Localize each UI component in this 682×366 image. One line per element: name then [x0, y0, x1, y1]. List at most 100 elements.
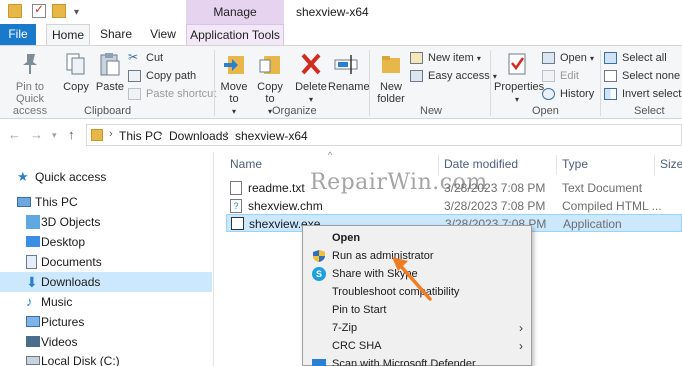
invert-selection-button[interactable]: Invert selection — [604, 86, 682, 102]
copy-button[interactable]: Copy — [60, 51, 92, 93]
up-arrow-icon[interactable]: ↑ — [68, 127, 75, 142]
column-divider[interactable] — [654, 155, 655, 175]
paste-button[interactable]: Paste — [95, 51, 125, 93]
rename-label: Rename — [328, 81, 370, 93]
nav-item-label: This PC — [35, 195, 78, 209]
menu-item-label: Scan with Microsoft Defender — [332, 358, 476, 366]
nav-item-label: Quick access — [35, 170, 107, 184]
nav-item-quick-access[interactable]: ★ Quick access — [0, 167, 212, 187]
context-menu-scan-with-defender[interactable]: Scan with Microsoft Defender — [303, 355, 531, 366]
invert-selection-icon — [604, 88, 617, 100]
desktop-icon — [26, 236, 40, 247]
context-menu-open[interactable]: Open — [303, 229, 531, 247]
file-type: Application — [563, 217, 622, 231]
breadcrumb-chevron-icon[interactable]: › — [159, 128, 163, 140]
nav-item-local-disk[interactable]: Local Disk (C:) — [0, 351, 212, 366]
skype-icon: S — [312, 267, 326, 281]
tab-home[interactable]: Home — [46, 24, 90, 46]
address-box[interactable]: › This PC › Downloads › shexview-x64 — [86, 124, 682, 146]
nav-item-desktop[interactable]: Desktop — [0, 232, 212, 252]
column-header-size[interactable]: Size — [660, 157, 682, 171]
nav-item-label: Desktop — [41, 235, 86, 249]
download-arrow-icon: ⬇ — [26, 274, 38, 290]
paste-label: Paste — [95, 81, 125, 93]
properties-icon — [508, 53, 526, 75]
file-name: shexview.chm — [248, 199, 323, 213]
nav-item-music[interactable]: ♪ Music — [0, 292, 212, 312]
paste-shortcut-button[interactable]: Paste shortcut — [128, 86, 216, 102]
history-button[interactable]: History — [542, 86, 594, 102]
breadcrumb-current-folder[interactable]: shexview-x64 — [235, 129, 308, 143]
context-menu-crc-sha[interactable]: CRC SHA › — [303, 337, 531, 355]
videos-icon — [26, 336, 40, 347]
back-arrow-icon[interactable]: ← — [8, 127, 21, 142]
application-icon — [231, 217, 244, 230]
tab-share[interactable]: Share — [96, 24, 136, 46]
nav-item-documents[interactable]: Documents — [0, 252, 212, 272]
watermark: RepairWin.com — [310, 170, 488, 195]
paste-icon — [100, 53, 120, 76]
open-button[interactable]: Open ▾ — [542, 50, 594, 66]
customize-toolbar-chevron-icon[interactable]: ▾ — [74, 7, 79, 18]
breadcrumb-chevron-icon[interactable]: › — [109, 128, 113, 140]
column-header-type[interactable]: Type — [562, 157, 588, 171]
group-divider — [490, 50, 491, 116]
pin-to-quick-access-button[interactable]: Pin to Quick access — [2, 51, 58, 117]
breadcrumb-this-pc[interactable]: This PC — [119, 129, 162, 143]
copy-path-button[interactable]: Copy path — [128, 68, 196, 84]
move-to-label: Move to — [220, 81, 248, 105]
nav-item-pictures[interactable]: Pictures — [0, 312, 212, 332]
context-menu-7-zip[interactable]: 7-Zip › — [303, 319, 531, 337]
folder-icon[interactable] — [8, 4, 22, 18]
new-folder-icon[interactable] — [52, 4, 66, 18]
properties-button[interactable]: Properties ▾ — [494, 51, 544, 106]
breadcrumb-downloads[interactable]: Downloads — [169, 129, 228, 143]
new-item-button[interactable]: New item ▾ — [410, 50, 481, 66]
forward-arrow-icon[interactable]: → — [30, 127, 43, 142]
tab-file[interactable]: File — [0, 24, 36, 46]
new-group-label: New — [420, 105, 443, 117]
recent-locations-chevron-icon[interactable]: ▾ — [52, 130, 57, 141]
move-to-button[interactable]: Move to ▾ — [218, 51, 250, 118]
breadcrumb-chevron-icon[interactable]: › — [225, 128, 229, 140]
nav-item-label: Local Disk (C:) — [41, 354, 120, 366]
easy-access-button[interactable]: Easy access ▾ — [410, 68, 497, 84]
select-all-label: Select all — [622, 52, 667, 64]
manage-tab-group-label: Manage — [186, 0, 284, 24]
column-header-date[interactable]: Date modified — [444, 157, 518, 171]
copy-path-label: Copy path — [146, 70, 197, 82]
pin-icon — [23, 54, 37, 74]
pictures-icon — [26, 316, 40, 327]
window-title: shexview-x64 — [296, 5, 369, 19]
select-none-icon — [604, 70, 617, 82]
file-row[interactable]: ? shexview.chm 3/28/2023 7:08 PM Compile… — [226, 197, 682, 215]
nav-item-3d-objects[interactable]: 3D Objects — [0, 212, 212, 232]
sort-ascending-icon: ^ — [328, 150, 333, 160]
select-none-button[interactable]: Select none — [604, 68, 680, 84]
tab-application-tools[interactable]: Application Tools — [186, 24, 284, 46]
cut-button[interactable]: ✂ Cut — [128, 50, 163, 66]
delete-button[interactable]: Delete ▾ — [294, 51, 328, 106]
nav-item-label: Pictures — [41, 315, 85, 329]
column-header-name[interactable]: Name — [230, 157, 262, 171]
select-all-button[interactable]: Select all — [604, 50, 667, 66]
nav-item-label: Videos — [41, 335, 78, 349]
properties-check-icon[interactable] — [32, 2, 46, 18]
nav-item-videos[interactable]: Videos — [0, 332, 212, 352]
edit-button[interactable]: Edit — [542, 68, 579, 84]
delete-label: Delete — [295, 81, 327, 93]
nav-item-downloads[interactable]: ⬇ Downloads — [0, 272, 212, 292]
pane-divider[interactable] — [213, 152, 214, 366]
nav-item-this-pc[interactable]: This PC — [0, 192, 212, 212]
file-type: Compiled HTML ... — [562, 199, 662, 213]
move-to-icon — [224, 56, 244, 74]
file-type: Text Document — [562, 181, 643, 195]
tab-view[interactable]: View — [146, 24, 180, 46]
nav-item-label: Documents — [41, 255, 102, 269]
open-icon — [542, 52, 555, 64]
submenu-chevron-right-icon: › — [519, 339, 523, 353]
new-folder-button[interactable]: New folder — [374, 51, 408, 105]
rename-button[interactable]: Rename — [328, 51, 370, 93]
column-divider[interactable] — [556, 155, 557, 175]
new-item-label: New item — [428, 52, 474, 64]
